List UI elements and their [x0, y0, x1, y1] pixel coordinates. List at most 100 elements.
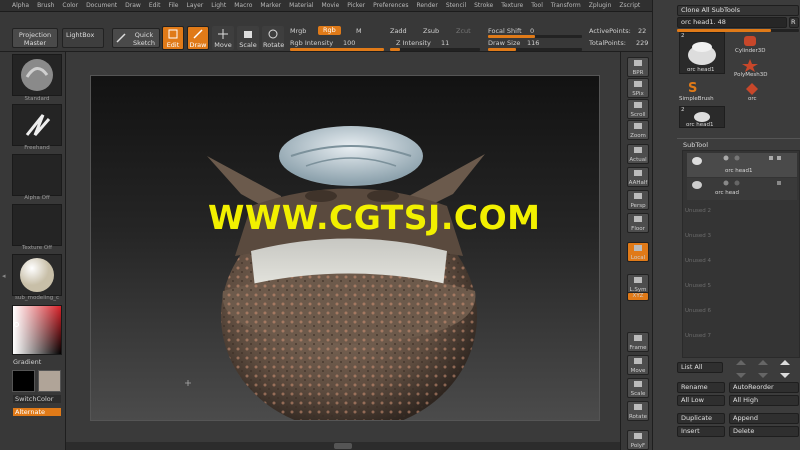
- rotate-button[interactable]: Rotate: [262, 26, 284, 50]
- delete-button[interactable]: Delete: [729, 426, 799, 437]
- zadd-button[interactable]: Zadd: [390, 27, 407, 35]
- menu-edit[interactable]: Edit: [149, 2, 161, 9]
- menu-alpha[interactable]: Alpha: [12, 2, 29, 9]
- menu-preferences[interactable]: Preferences: [373, 2, 408, 9]
- menu-document[interactable]: Document: [86, 2, 117, 9]
- bottom-tray-handle-icon[interactable]: [334, 443, 352, 449]
- tool-r-button[interactable]: R: [789, 17, 799, 28]
- scale-button[interactable]: Scale: [237, 26, 259, 50]
- simplebrush-label: SimpleBrush: [679, 96, 714, 102]
- view-floor-label: Floor: [631, 226, 645, 232]
- menu-file[interactable]: File: [168, 2, 178, 9]
- menu-stencil[interactable]: Stencil: [446, 2, 466, 9]
- subtool-empty-slot[interactable]: Unused 2: [685, 208, 789, 218]
- menu-transform[interactable]: Transform: [551, 2, 581, 9]
- subtool-empty-slot[interactable]: Unused 5: [685, 283, 789, 293]
- alternate-button[interactable]: Alternate: [13, 408, 61, 416]
- focal-shift-label: Focal Shift: [488, 27, 522, 35]
- menu-movie[interactable]: Movie: [322, 2, 340, 9]
- left-tray-collapse-icon[interactable]: ◂: [2, 272, 8, 282]
- stroke-thumbnail[interactable]: [12, 104, 62, 146]
- menu-marker[interactable]: Marker: [260, 2, 281, 9]
- watermark-text: WWW.CGTSJ.COM: [208, 198, 541, 237]
- rgb-intensity-slider[interactable]: [290, 48, 384, 51]
- subtool-empty-slot[interactable]: Unused 3: [685, 233, 789, 243]
- menu-draw[interactable]: Draw: [125, 2, 141, 9]
- all-low-button[interactable]: All Low: [677, 395, 725, 406]
- insert-button[interactable]: Insert: [677, 426, 725, 437]
- move-icon: [218, 29, 228, 39]
- cylinder3d-icon[interactable]: [741, 34, 759, 48]
- menu-light[interactable]: Light: [211, 2, 226, 9]
- primary-color-swatch[interactable]: [12, 370, 35, 392]
- subtool-empty-slot[interactable]: Unused 6: [685, 308, 789, 318]
- color-picker[interactable]: [12, 305, 62, 355]
- menu-zplugin[interactable]: Zplugin: [589, 2, 612, 9]
- duplicate-button[interactable]: Duplicate: [677, 413, 725, 424]
- menu-macro[interactable]: Macro: [234, 2, 252, 9]
- lightbox-button[interactable]: LightBox: [62, 28, 104, 48]
- menu-picker[interactable]: Picker: [347, 2, 365, 9]
- menu-texture[interactable]: Texture: [501, 2, 523, 9]
- menu-stroke[interactable]: Stroke: [474, 2, 493, 9]
- move-button[interactable]: Move: [212, 26, 234, 50]
- subtool-arrow-icons[interactable]: [733, 357, 799, 381]
- append-button[interactable]: Append: [729, 413, 799, 424]
- menu-material[interactable]: Material: [289, 2, 313, 9]
- draw-button[interactable]: Draw: [187, 26, 209, 50]
- subtool-empty-slot[interactable]: Unused 4: [685, 258, 789, 268]
- zcut-button[interactable]: Zcut: [456, 27, 471, 35]
- left-tray: ◂ Standard Freehand Alpha Off Texture Of…: [0, 52, 66, 450]
- view-zoom-label: Zoom: [630, 133, 646, 139]
- zsub-button[interactable]: Zsub: [423, 27, 439, 35]
- menu-tool[interactable]: Tool: [531, 2, 543, 9]
- all-high-button[interactable]: All High: [729, 395, 799, 406]
- material-thumbnail[interactable]: [12, 254, 62, 296]
- view-rotate-icon: [634, 404, 642, 410]
- menu-layer[interactable]: Layer: [187, 2, 204, 9]
- subtool-empty-slot[interactable]: Unused 7: [685, 333, 789, 343]
- mrgb-button[interactable]: Mrgb: [290, 27, 306, 35]
- list-all-button[interactable]: List All: [677, 362, 723, 373]
- draw-icon: [193, 29, 203, 39]
- subtool-title[interactable]: SubTool: [683, 141, 708, 149]
- subtool-item1-label: orc head1: [725, 168, 753, 174]
- menu-color[interactable]: Color: [62, 2, 78, 9]
- clone-all-subtools-button[interactable]: Clone All SubTools: [677, 5, 799, 16]
- total-points-label: TotalPoints:: [589, 39, 626, 47]
- tool-thumb-label: orc head1: [687, 67, 715, 73]
- view-polyf-label: PolyF: [630, 443, 646, 449]
- subtool-item-active[interactable]: orc head1: [687, 153, 797, 177]
- projection-master-button[interactable]: Projection Master: [12, 28, 58, 48]
- focal-shift-fill: [488, 35, 535, 38]
- quick-sketch-button[interactable]: Quick Sketch: [112, 28, 160, 48]
- menu-brush[interactable]: Brush: [37, 2, 54, 9]
- document-canvas[interactable]: [90, 75, 600, 421]
- orc-tool-label: orc: [748, 96, 757, 102]
- menu-zscript[interactable]: Zscript: [619, 2, 640, 9]
- subtool-item-2[interactable]: orc head: [687, 178, 797, 200]
- z-intensity-slider[interactable]: [390, 48, 480, 51]
- brush-thumbnail[interactable]: [12, 54, 62, 96]
- polymesh3d-icon[interactable]: [741, 58, 759, 72]
- draw-label: Draw: [189, 41, 207, 49]
- tool-name-field[interactable]: orc head1. 48: [677, 17, 787, 28]
- draw-size-slider[interactable]: [488, 48, 582, 51]
- subtool-item2-visibility-icons: [723, 180, 781, 186]
- focal-shift-slider[interactable]: [488, 35, 582, 38]
- texture-thumbnail[interactable]: [12, 204, 62, 246]
- m-button[interactable]: M: [356, 27, 362, 35]
- view-scroll-label: Scroll: [630, 112, 646, 118]
- right-view-toolbar: BPR SPix Scroll Zoom Actual AAHalf Persp Floor L…: [620, 52, 652, 450]
- rgb-button[interactable]: Rgb: [318, 26, 341, 35]
- secondary-color-swatch[interactable]: [38, 370, 61, 392]
- autoreorder-button[interactable]: AutoReorder: [729, 382, 799, 393]
- rename-button[interactable]: Rename: [677, 382, 725, 393]
- switchcolor-button[interactable]: SwitchColor: [13, 395, 61, 403]
- menu-render[interactable]: Render: [416, 2, 437, 9]
- view-persp-icon: [634, 193, 642, 199]
- edit-button[interactable]: Edit: [162, 26, 184, 50]
- simplebrush-icon[interactable]: S: [685, 80, 701, 94]
- alpha-thumbnail[interactable]: [12, 154, 62, 196]
- orc-tool-icon[interactable]: [745, 82, 759, 96]
